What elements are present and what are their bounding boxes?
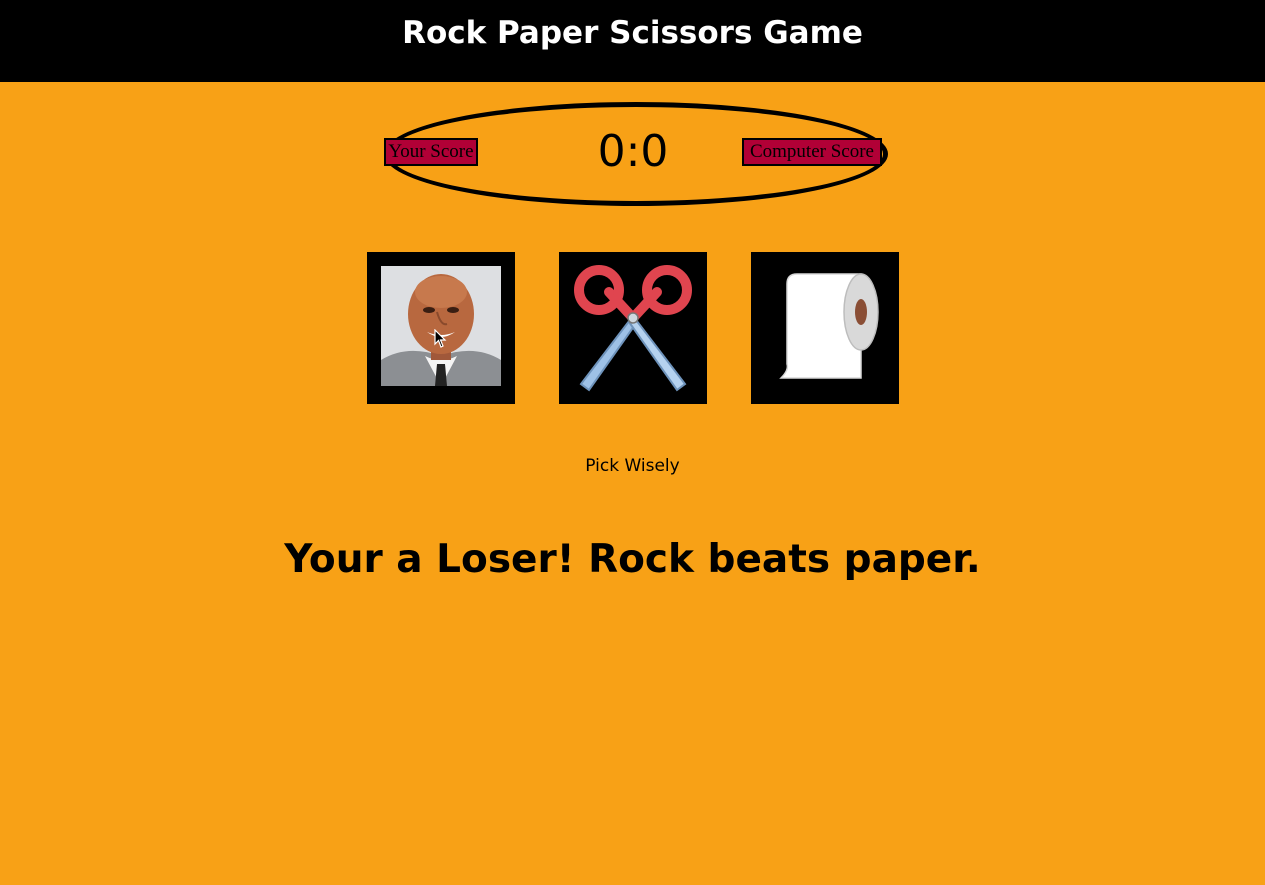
scissors-choice-button[interactable] [559, 252, 707, 404]
result-message: Your a Loser! Rock beats paper. [284, 537, 981, 582]
score-display: 0:0 [597, 126, 669, 177]
pick-prompt: Pick Wisely [585, 456, 680, 476]
header-bar: Rock Paper Scissors Game [0, 0, 1265, 82]
rock-choice-button[interactable] [367, 252, 515, 404]
page-title: Rock Paper Scissors Game [402, 15, 863, 51]
rock-face-image [381, 266, 501, 386]
computer-score-label: Computer Score [742, 138, 882, 166]
your-score-label: Your Score [384, 138, 478, 166]
paper-choice-button[interactable] [751, 252, 899, 404]
scissors-icon [574, 265, 692, 392]
toilet-paper-icon [779, 273, 879, 379]
